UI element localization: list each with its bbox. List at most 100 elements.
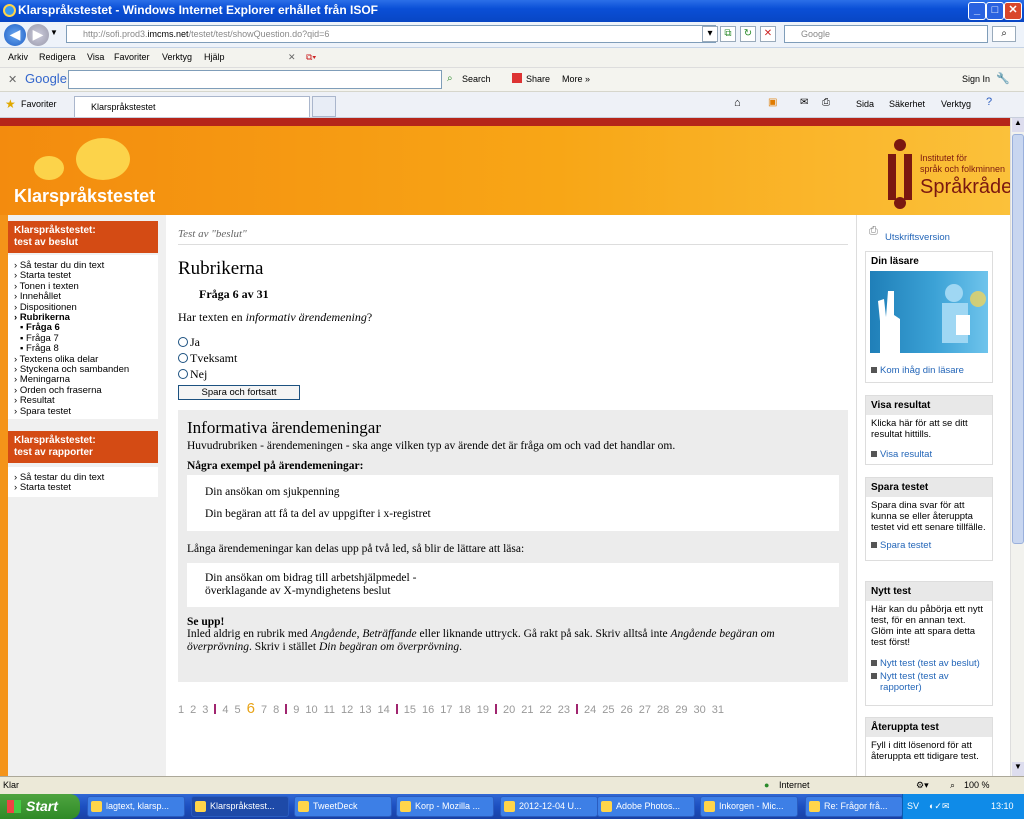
more-button[interactable]: More » (562, 74, 590, 84)
refresh-icon[interactable]: ↻ (740, 26, 756, 42)
page-link[interactable]: 2 (190, 704, 196, 716)
wrench-icon[interactable]: 🔧 (996, 72, 1010, 85)
menu-verktyg[interactable]: Verktyg (162, 52, 192, 62)
page-link[interactable]: 3 (202, 704, 208, 716)
page-link[interactable]: 16 (422, 704, 434, 716)
page-link[interactable]: 10 (305, 704, 317, 716)
page-link[interactable]: 25 (602, 704, 614, 716)
print-version-link[interactable]: Utskriftsversion (885, 232, 950, 243)
page-link[interactable]: 18 (459, 704, 471, 716)
page-link[interactable]: 12 (341, 704, 353, 716)
page-link[interactable]: 4 (222, 704, 228, 716)
share-button[interactable]: Share (526, 74, 550, 84)
tray-icons[interactable]: ◐✓✉ (929, 794, 950, 819)
page-link[interactable]: 8 (273, 704, 279, 716)
taskbar-button[interactable]: Klarspråkstest... (191, 796, 289, 817)
close-google-toolbar-icon[interactable]: ✕ (8, 73, 17, 86)
tab-klarsprakstestet[interactable]: Klarspråkstestet (74, 96, 310, 117)
history-dropdown-icon[interactable]: ▼ (50, 28, 58, 37)
taskbar-button[interactable]: 2012-12-04 U... (500, 796, 598, 817)
page-link[interactable]: 19 (477, 704, 489, 716)
taskbar-button[interactable]: lagtext, klarsp... (87, 796, 185, 817)
stop-icon[interactable]: ✕ (760, 26, 776, 42)
page-link[interactable]: 24 (584, 704, 596, 716)
page-link[interactable]: 13 (359, 704, 371, 716)
taskbar-button[interactable]: Inkorgen - Mic... (700, 796, 798, 817)
menu-redigera[interactable]: Redigera (39, 52, 76, 62)
menu-favoriter[interactable]: Favoriter (114, 52, 150, 62)
sign-in-button[interactable]: Sign In (962, 74, 990, 84)
site-brand[interactable]: Klarspråkstestet (14, 186, 155, 207)
google-search-icon[interactable]: ⌕ (447, 73, 453, 84)
start-button[interactable]: Start (0, 794, 80, 819)
page-link[interactable]: 27 (639, 704, 651, 716)
page-link[interactable]: 23 (558, 704, 570, 716)
save-continue-button[interactable]: Spara och fortsatt (178, 385, 300, 400)
help-icon[interactable]: ? (986, 96, 992, 108)
remember-reader-link[interactable]: Kom ihåg din läsare (866, 365, 992, 376)
radio-tveksamt[interactable] (178, 353, 188, 363)
compat-view-icon[interactable]: ⧉ (720, 26, 736, 42)
menu-hjalp[interactable]: Hjälp (204, 52, 225, 62)
menu-verktyg-cmd[interactable]: Verktyg (941, 99, 971, 109)
page-link[interactable]: 14 (378, 704, 390, 716)
vertical-scrollbar[interactable]: ▲ ▼ (1010, 118, 1024, 776)
mail-icon[interactable]: ✉ (800, 97, 808, 108)
menu-visa[interactable]: Visa (87, 52, 104, 62)
language-indicator[interactable]: SV (907, 794, 919, 819)
taskbar-button[interactable]: TweetDeck (294, 796, 392, 817)
search-icon[interactable]: ⌕ (992, 26, 1016, 42)
forward-button[interactable]: ▶ (27, 24, 49, 46)
page-link[interactable]: 29 (675, 704, 687, 716)
page-link[interactable]: 26 (621, 704, 633, 716)
back-button[interactable]: ◀ (4, 24, 26, 46)
menu-sakerhet[interactable]: Säkerhet (889, 99, 925, 109)
page-link[interactable]: 20 (503, 704, 515, 716)
page-link[interactable]: 30 (694, 704, 706, 716)
page-link[interactable]: 21 (521, 704, 533, 716)
show-results-link[interactable]: Visa resultat (866, 449, 992, 460)
favorites-button[interactable]: Favoriter (21, 99, 57, 109)
menu-sida[interactable]: Sida (856, 99, 874, 109)
page-link[interactable]: 7 (261, 704, 267, 716)
page-link[interactable]: 5 (235, 704, 241, 716)
scroll-thumb[interactable] (1012, 134, 1024, 544)
print-icon[interactable]: ⎙ (822, 97, 830, 108)
option-ja[interactable]: Ja (178, 334, 848, 350)
page-link[interactable]: 22 (540, 704, 552, 716)
scroll-up-icon[interactable]: ▲ (1012, 118, 1024, 132)
minimize-button[interactable]: _ (968, 2, 986, 20)
maximize-button[interactable]: □ (986, 2, 1004, 20)
close-window-button[interactable]: ✕ (1004, 2, 1022, 20)
option-nej[interactable]: Nej (178, 366, 848, 382)
radio-nej[interactable] (178, 369, 188, 379)
close-toolbar-icon[interactable]: ✕ (288, 52, 296, 63)
page-link[interactable]: 31 (712, 704, 724, 716)
google-search-button[interactable]: Search (462, 74, 491, 84)
protected-mode-icon[interactable]: ⚙▾ (916, 777, 929, 794)
addon-icon[interactable]: ⧉▾ (306, 52, 316, 63)
page-link[interactable]: 11 (324, 704, 335, 716)
option-tveksamt[interactable]: Tveksamt (178, 350, 848, 366)
save-test-link[interactable]: Spara testet (866, 540, 992, 551)
new-tab-button[interactable] (312, 96, 336, 117)
page-link[interactable]: 17 (440, 704, 452, 716)
taskbar-button[interactable]: Adobe Photos... (597, 796, 695, 817)
page-link[interactable]: 28 (657, 704, 669, 716)
home-icon[interactable]: ⌂ (734, 97, 741, 109)
page-link[interactable]: 1 (178, 704, 184, 716)
feeds-icon[interactable]: ▣ (768, 97, 777, 108)
page-link[interactable]: 6 (247, 700, 255, 717)
new-test-rapporter-link[interactable]: Nytt test (test av rapporter) (866, 671, 992, 693)
sidebar-item[interactable]: › Spara testet (8, 406, 158, 417)
radio-ja[interactable] (178, 337, 188, 347)
page-link[interactable]: 9 (293, 704, 299, 716)
url-dropdown-icon[interactable]: ▾ (702, 26, 718, 42)
zoom-level[interactable]: 100 % (964, 777, 990, 794)
web-search-field[interactable]: Google (784, 25, 988, 43)
google-search-input[interactable] (68, 70, 442, 89)
sidebar-item-rapporter-starta[interactable]: › Starta testet (8, 482, 158, 493)
taskbar-button[interactable]: Korp - Mozilla ... (396, 796, 494, 817)
page-link[interactable]: 15 (404, 704, 416, 716)
taskbar-button[interactable]: Re: Frågor frå... (805, 796, 903, 817)
